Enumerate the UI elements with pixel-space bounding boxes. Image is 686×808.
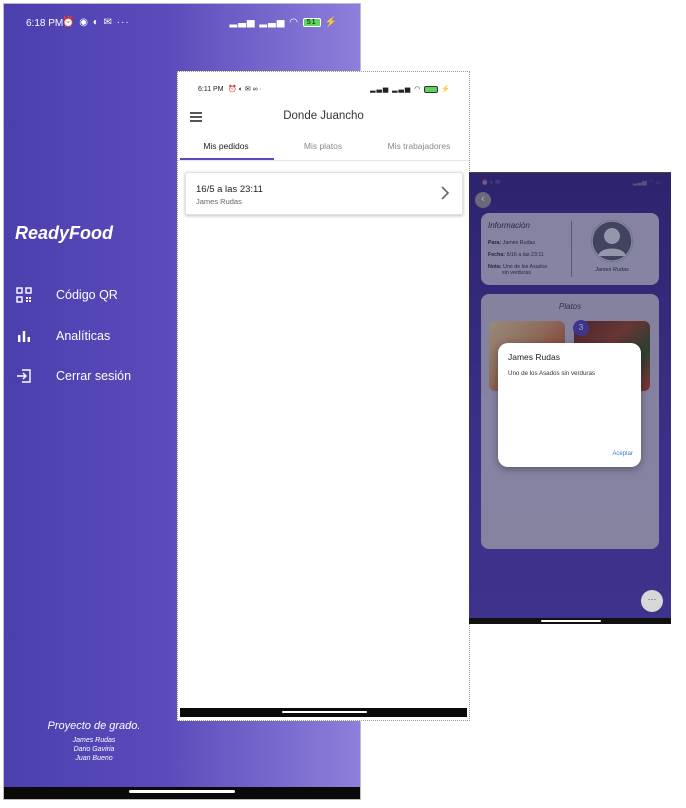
status-time: 6:11 PM [198,86,224,93]
signal-wifi-icon: ▂▃▅ ▂▃▅ ◠ [370,86,422,93]
home-indicator[interactable] [541,620,601,622]
page-title: Donde Juancho [283,110,364,122]
order-date: 16/5 a las 23:11 [196,184,263,195]
status-notification-icons: ⏰ ◐ ✉ ∞ · [228,86,262,93]
footer-author: Juan Bueno [75,755,113,762]
note-dialog: James Rudas Uno de los Asados sin verdur… [498,343,641,467]
accept-button[interactable]: Aceptar [612,451,633,457]
tab-mis-pedidos[interactable]: Mis pedidos [178,141,274,151]
status-time: 6:18 PM [26,18,64,29]
footer-author: James Rudas [72,737,116,744]
battery-icon [424,85,439,93]
signal-wifi-icon: ▂▃▅ ▂▃▅ ◠ [229,17,299,28]
system-nav-bar [180,708,467,717]
menu-item-label: Analíticas [56,329,111,343]
bar-chart-icon [18,331,30,342]
qr-code-icon [16,287,32,303]
menu-item-label: Código QR [56,288,118,302]
home-indicator[interactable] [129,790,235,793]
status-signal-icons: ▂▃▅ ▂▃▅ ◠ 51 ⚡ [229,17,338,28]
footer-author: Dario Gaviria [73,746,115,753]
order-detail-screen: ⏰ ◐ ✉ ▂▃▅ ◠ ▭ ‹ Información Para: James … [469,172,671,624]
app-brand: ReadyFood [15,223,114,243]
status-bar: 6:18 PM ⏰ ◉ ◐ ✉ ··· ▂▃▅ ▂▃▅ ◠ 51 ⚡ [4,16,360,34]
more-horizontal-icon: ··· [647,594,657,604]
tab-mis-trabajadores[interactable]: Mis trabajadores [371,141,467,151]
system-nav-bar [4,787,360,799]
order-customer: James Rudas [196,197,242,206]
battery-icon: 51 [302,17,321,27]
status-notification-icons: ⏰ ◉ ◐ ✉ ··· [62,17,130,28]
chevron-right-icon [441,186,450,200]
footer-title: Proyecto de grado. [47,720,141,732]
menu-item-label: Cerrar sesión [56,369,132,383]
home-indicator[interactable] [282,711,367,713]
tab-divider [178,160,469,161]
dialog-title: James Rudas [508,352,560,362]
orders-screen: 6:11 PM ⏰ ◐ ✉ ∞ · ▂▃▅ ▂▃▅ ◠ ⚡ Donde Juan… [177,71,470,721]
order-list-item[interactable]: 16/5 a las 23:11 James Rudas [185,172,463,215]
logout-icon [17,369,31,383]
status-signal-icons: ▂▃▅ ▂▃▅ ◠ ⚡ [370,85,451,93]
dialog-body: Uno de los Asados sin verduras [508,370,596,377]
system-nav-bar [469,618,671,624]
tab-mis-platos[interactable]: Mis platos [275,141,371,151]
more-options-button[interactable]: ··· [641,590,663,612]
status-bar: 6:11 PM ⏰ ◐ ✉ ∞ · ▂▃▅ ▂▃▅ ◠ ⚡ [178,84,469,98]
